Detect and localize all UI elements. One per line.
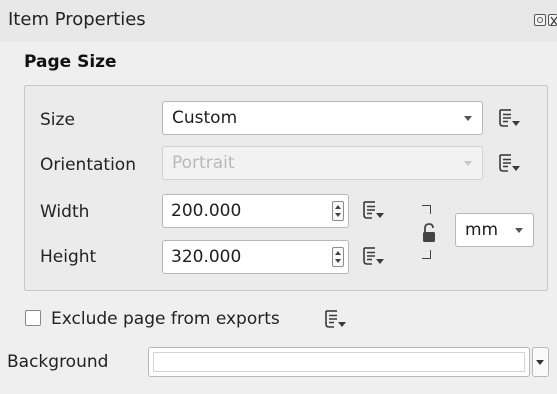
data-defined-override-icon[interactable] <box>496 107 524 129</box>
background-color-swatch <box>153 352 525 372</box>
units-combo[interactable]: mm <box>455 213 534 247</box>
data-defined-override-icon[interactable] <box>496 152 524 174</box>
background-color-dropdown[interactable] <box>532 347 549 377</box>
float-panel-icon[interactable] <box>534 14 546 26</box>
units-value: mm <box>465 220 499 240</box>
page-size-group-title: Page Size <box>24 52 117 72</box>
exclude-label[interactable]: Exclude page from exports <box>51 309 280 329</box>
background-label: Background <box>7 352 109 372</box>
height-stepper[interactable] <box>332 247 344 267</box>
data-defined-override-icon[interactable] <box>360 199 388 221</box>
width-label: Width <box>40 202 90 222</box>
close-panel-icon[interactable] <box>548 14 557 26</box>
chevron-down-icon <box>536 360 544 365</box>
size-label: Size <box>40 110 75 130</box>
height-spinbox[interactable]: 320.000 <box>162 240 349 274</box>
orientation-value: Portrait <box>172 153 235 173</box>
width-value: 200.000 <box>171 201 242 221</box>
size-combo[interactable]: Custom <box>162 101 483 135</box>
width-stepper[interactable] <box>332 201 344 221</box>
height-label: Height <box>40 247 97 267</box>
ratio-lock-icon[interactable] <box>421 222 437 244</box>
chevron-down-icon <box>464 116 472 121</box>
orientation-label: Orientation <box>40 155 136 175</box>
height-value: 320.000 <box>171 247 242 267</box>
size-value: Custom <box>172 108 238 128</box>
data-defined-override-icon[interactable] <box>360 245 388 267</box>
chain-bottom-bracket <box>422 250 431 259</box>
exclude-checkbox[interactable] <box>25 310 41 326</box>
chain-top-bracket <box>422 205 431 214</box>
data-defined-override-icon[interactable] <box>322 308 350 330</box>
chevron-down-icon <box>464 161 472 166</box>
background-color-button[interactable] <box>148 347 530 377</box>
panel-title: Item Properties <box>8 9 146 30</box>
chevron-down-icon <box>515 228 523 233</box>
orientation-combo[interactable]: Portrait <box>162 146 483 180</box>
width-spinbox[interactable]: 200.000 <box>162 194 349 228</box>
